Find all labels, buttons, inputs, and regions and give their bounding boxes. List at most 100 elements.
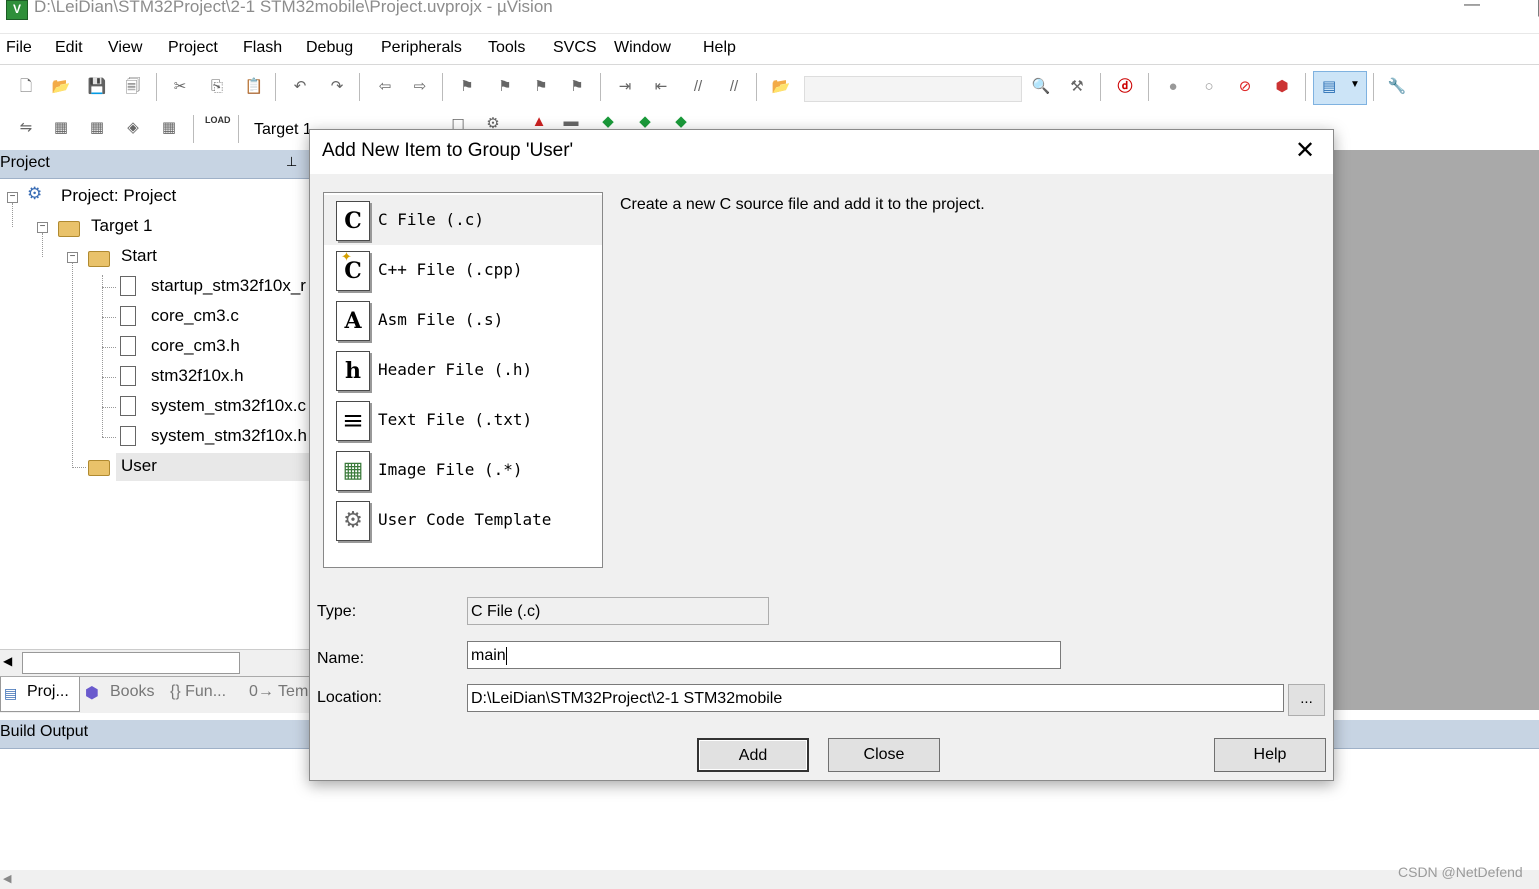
navigate-back-icon[interactable]: ⇦ xyxy=(374,76,396,98)
menu-edit[interactable]: Edit xyxy=(55,39,83,57)
list-item-text-file[interactable]: ≡ Text File (.txt) xyxy=(324,395,602,445)
header-file-icon: h xyxy=(336,351,370,391)
unindent-icon[interactable]: ⇤ xyxy=(650,76,672,98)
menu-window[interactable]: Window xyxy=(614,39,671,57)
open-file-icon[interactable]: 📂 xyxy=(50,76,72,98)
name-input[interactable]: main xyxy=(467,641,1061,669)
minimize-button[interactable]: — xyxy=(1464,0,1480,14)
build-output-scrollbar[interactable]: ◀ xyxy=(0,870,1539,889)
find-combobox[interactable] xyxy=(804,76,1022,102)
window-layout-dropdown[interactable]: ▤ ▼ xyxy=(1313,71,1367,105)
scroll-left-icon[interactable]: ◀ xyxy=(3,872,11,885)
folder-open-icon xyxy=(88,251,110,267)
list-item-header-file[interactable]: h Header File (.h) xyxy=(324,345,602,395)
menu-svcs[interactable]: SVCS xyxy=(553,39,597,57)
pin-icon[interactable]: ⊥ xyxy=(286,154,297,170)
tree-file[interactable]: system_stm32f10x.c xyxy=(151,396,306,416)
next-bookmark-icon[interactable]: ⚑ xyxy=(530,76,552,98)
menu-debug[interactable]: Debug xyxy=(306,39,353,57)
save-icon[interactable]: 💾 xyxy=(86,76,108,98)
watermark: CSDN @NetDefend xyxy=(1398,864,1523,880)
text-caret xyxy=(505,646,507,665)
project-horizontal-scrollbar[interactable]: ◀ xyxy=(0,649,310,676)
batch-build-icon[interactable]: ◈ xyxy=(122,117,144,139)
undo-icon[interactable]: ↶ xyxy=(289,76,311,98)
clear-bookmarks-icon[interactable]: ⚑ xyxy=(566,76,588,98)
navigate-forward-icon[interactable]: ⇨ xyxy=(409,76,431,98)
dialog-titlebar: Add New Item to Group 'User' ✕ xyxy=(310,130,1333,174)
indent-icon[interactable]: ⇥ xyxy=(614,76,636,98)
collapse-toggle[interactable]: − xyxy=(37,222,48,233)
new-file-icon[interactable]: 🗋 xyxy=(15,76,37,98)
tree-file[interactable]: stm32f10x.h xyxy=(151,366,244,386)
tree-target[interactable]: Target 1 xyxy=(91,216,152,236)
toolbar-separator xyxy=(756,73,757,101)
close-button[interactable]: Close xyxy=(828,738,940,772)
disable-breakpoints-icon[interactable]: ⊘ xyxy=(1234,76,1256,98)
list-item-asm-file[interactable]: A Asm File (.s) xyxy=(324,295,602,345)
incremental-find-icon[interactable]: ⚒ xyxy=(1066,76,1088,98)
list-item-label: Image File (.*) xyxy=(378,460,523,479)
collapse-toggle[interactable]: − xyxy=(67,252,78,263)
file-icon xyxy=(120,366,136,386)
rebuild-icon[interactable]: ▦ xyxy=(86,117,108,139)
collapse-toggle[interactable]: − xyxy=(7,192,18,203)
configure-icon[interactable]: 🔧 xyxy=(1386,76,1408,98)
browse-button[interactable]: ... xyxy=(1288,684,1325,716)
bookmark-icon[interactable]: ⚑ xyxy=(456,76,478,98)
close-icon[interactable]: ✕ xyxy=(1285,136,1325,168)
kill-breakpoints-icon[interactable]: ⬢ xyxy=(1271,76,1293,98)
add-button[interactable]: Add xyxy=(697,738,809,772)
menu-peripherals[interactable]: Peripherals xyxy=(381,39,462,57)
tree-file[interactable]: core_cm3.h xyxy=(151,336,240,356)
download-icon[interactable]: LOAD xyxy=(205,115,231,137)
maximize-button[interactable]: ▕ xyxy=(1526,0,1539,17)
tree-line xyxy=(72,467,86,468)
find-in-files-icon[interactable]: 📂 xyxy=(770,76,792,98)
stop-build-icon[interactable]: ▦ xyxy=(158,117,180,139)
redo-icon[interactable]: ↷ xyxy=(326,76,348,98)
project-tab-icon: ▤ xyxy=(4,685,18,701)
tree-project-root[interactable]: Project: Project xyxy=(61,186,176,206)
list-item-cpp-file[interactable]: C ✦ C++ File (.cpp) xyxy=(324,245,602,295)
cut-icon[interactable]: ✂ xyxy=(169,76,191,98)
translate-icon[interactable]: ⇋ xyxy=(15,117,37,139)
comment-icon[interactable]: // xyxy=(687,76,709,98)
tree-file[interactable]: startup_stm32f10x_r xyxy=(151,276,306,296)
uncomment-icon[interactable]: // xyxy=(723,76,745,98)
scrollbar-thumb[interactable] xyxy=(22,652,240,674)
list-item-c-file[interactable]: C C File (.c) xyxy=(324,195,602,245)
menubar: File Edit View Project Flash Debug Perip… xyxy=(0,33,1539,64)
tab-books[interactable]: Books xyxy=(110,683,154,701)
copy-icon[interactable]: ⎘ xyxy=(206,76,228,98)
tree-file[interactable]: core_cm3.c xyxy=(151,306,239,326)
location-input[interactable]: D:\LeiDian\STM32Project\2-1 STM32mobile xyxy=(467,684,1284,712)
help-button[interactable]: Help xyxy=(1214,738,1326,772)
insert-breakpoint-icon[interactable]: ● xyxy=(1162,76,1184,98)
list-item-image-file[interactable]: ▦ Image File (.*) xyxy=(324,445,602,495)
target-selector[interactable]: Target 1 xyxy=(254,121,312,139)
menu-tools[interactable]: Tools xyxy=(488,39,525,57)
tree-line xyxy=(12,203,13,227)
save-all-icon[interactable]: 🗐 xyxy=(122,76,144,98)
tree-group-user[interactable]: User xyxy=(121,456,157,476)
paste-icon[interactable]: 📋 xyxy=(243,76,265,98)
build-icon[interactable]: ▦ xyxy=(50,117,72,139)
item-description: Create a new C source file and add it to… xyxy=(620,196,985,213)
tree-file[interactable]: system_stm32f10x.h xyxy=(151,426,307,446)
tab-functions[interactable]: {} Fun... xyxy=(170,683,226,701)
menu-view[interactable]: View xyxy=(108,39,142,57)
find-icon[interactable]: 🔍 xyxy=(1030,76,1052,98)
menu-file[interactable]: File xyxy=(6,39,32,57)
tree-group-start[interactable]: Start xyxy=(121,246,157,266)
tab-project[interactable]: Proj... xyxy=(27,683,69,701)
menu-help[interactable]: Help xyxy=(703,39,736,57)
debug-session-icon[interactable]: ⓓ xyxy=(1114,76,1136,98)
name-input-value: main xyxy=(471,647,506,664)
menu-project[interactable]: Project xyxy=(168,39,218,57)
prev-bookmark-icon[interactable]: ⚑ xyxy=(494,76,516,98)
list-item-user-code-template[interactable]: ⚙ User Code Template xyxy=(324,495,602,545)
enable-breakpoint-icon[interactable]: ○ xyxy=(1198,76,1220,98)
scroll-left-icon[interactable]: ◀ xyxy=(3,654,12,668)
menu-flash[interactable]: Flash xyxy=(243,39,282,57)
